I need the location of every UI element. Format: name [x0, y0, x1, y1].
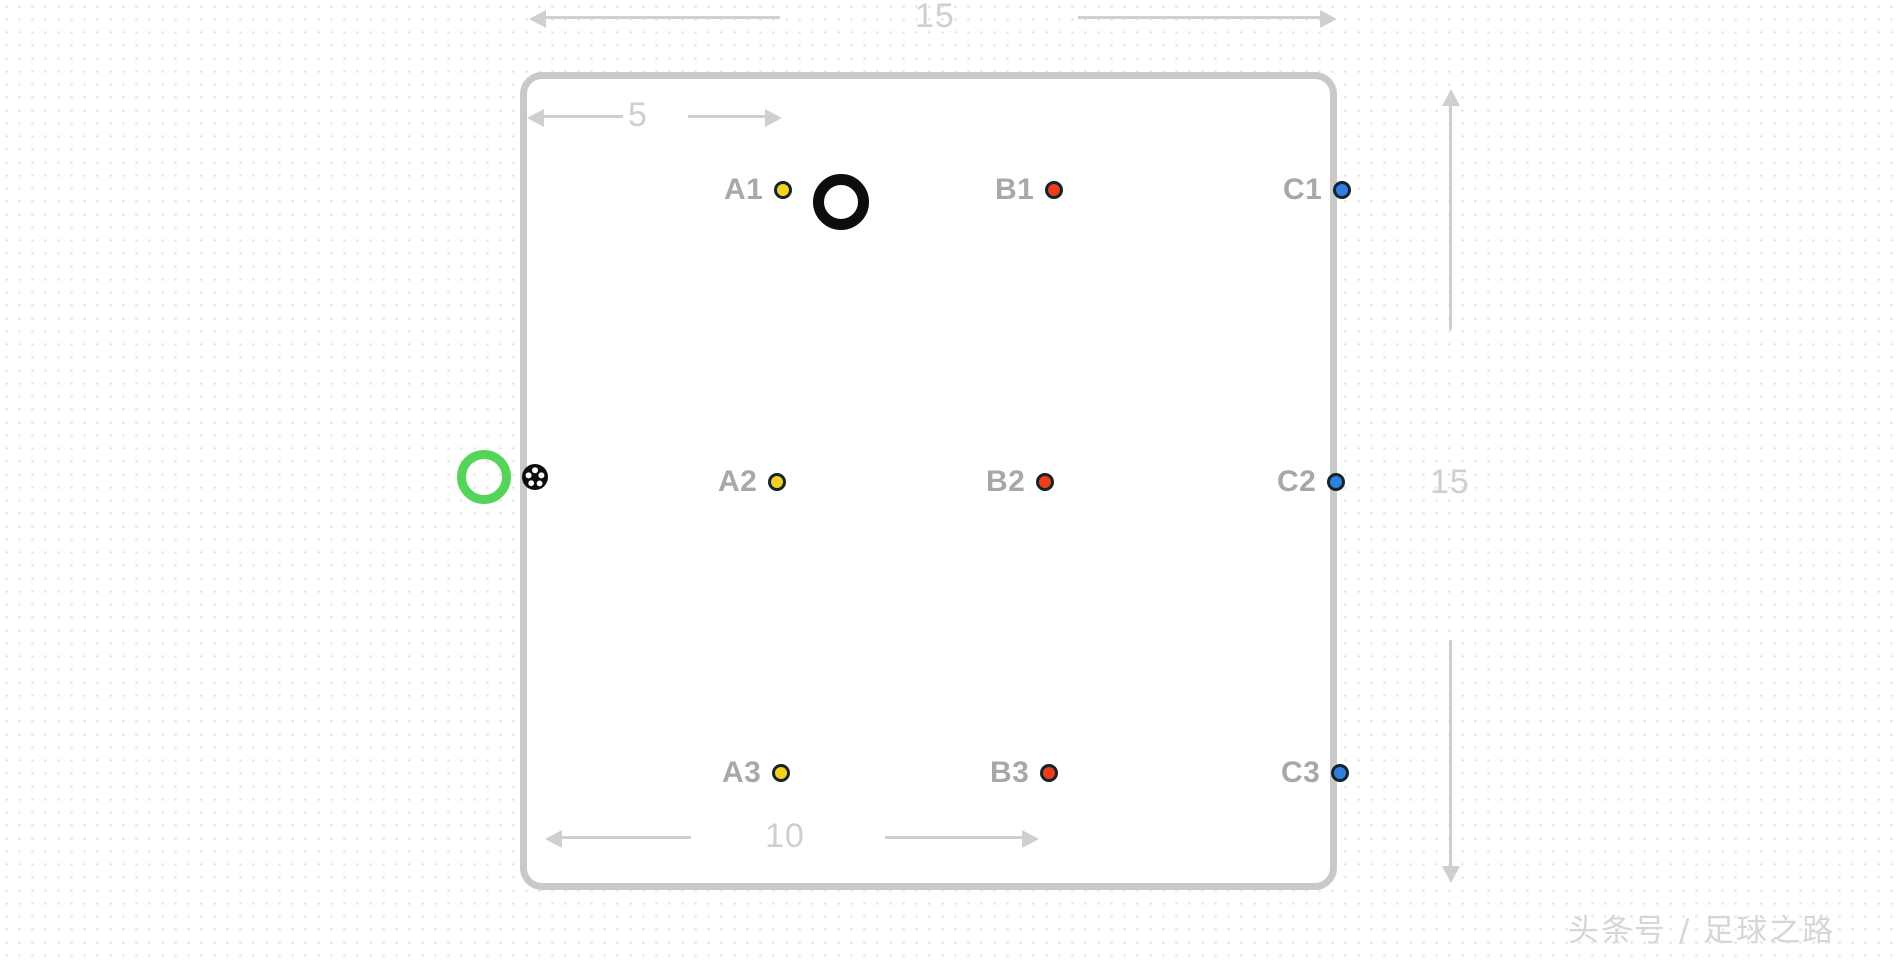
player-b2[interactable]: B2	[986, 465, 1055, 499]
dim-top-outer-arrow-left	[529, 10, 546, 28]
soccer-ball-icon	[522, 464, 548, 490]
dim-top-inner-label: 5	[628, 96, 648, 134]
dim-bottom-line-right	[885, 836, 1025, 839]
player-c3[interactable]: C3	[1281, 756, 1350, 790]
player-b1[interactable]: B1	[995, 173, 1064, 207]
dim-right-label: 15	[1430, 463, 1470, 501]
dim-top-outer-label: 15	[915, 0, 955, 35]
player-c1-dot	[1333, 181, 1352, 199]
dim-top-inner-arrow-right	[765, 109, 782, 127]
player-a2[interactable]: A2	[718, 465, 787, 499]
player-b1-dot	[1045, 181, 1064, 199]
dim-top-inner-arrow-left	[527, 109, 544, 127]
dim-bottom-arrow-left	[545, 830, 562, 848]
player-c1-label: C1	[1283, 173, 1323, 206]
player-a2-dot	[768, 473, 787, 491]
player-c1[interactable]: C1	[1283, 173, 1352, 207]
player-a2-label: A2	[718, 465, 758, 498]
player-a1[interactable]: A1	[724, 173, 793, 207]
dim-top-inner-line-left	[543, 115, 623, 118]
dim-bottom-arrow-right	[1022, 830, 1039, 848]
green-ring-icon	[457, 450, 511, 504]
dim-right-line-top	[1449, 105, 1452, 330]
dim-bottom-label: 10	[765, 817, 805, 855]
player-b2-dot	[1036, 473, 1055, 491]
player-a3-dot	[772, 764, 791, 782]
dim-right-line-bottom	[1449, 640, 1452, 868]
dim-right-arrow-up	[1442, 89, 1460, 106]
player-c2[interactable]: C2	[1277, 465, 1346, 499]
dim-top-outer-line-right	[1078, 16, 1323, 19]
black-ring-icon	[813, 174, 869, 230]
player-a3[interactable]: A3	[722, 756, 791, 790]
player-c3-dot	[1331, 764, 1350, 782]
training-field	[520, 72, 1337, 890]
player-a1-label: A1	[724, 173, 764, 206]
player-c3-label: C3	[1281, 756, 1321, 789]
dim-top-outer-line-left	[545, 16, 780, 19]
player-a1-dot	[774, 181, 793, 199]
player-b3[interactable]: B3	[990, 756, 1059, 790]
player-b3-dot	[1040, 764, 1059, 782]
player-b3-label: B3	[990, 756, 1030, 789]
player-b1-label: B1	[995, 173, 1035, 206]
player-c2-label: C2	[1277, 465, 1317, 498]
watermark: 头条号 / 足球之路	[1568, 913, 1836, 949]
dim-top-outer-arrow-right	[1320, 10, 1337, 28]
dim-right-arrow-down	[1442, 866, 1460, 883]
dim-bottom-line-left	[561, 836, 691, 839]
player-a3-label: A3	[722, 756, 762, 789]
player-b2-label: B2	[986, 465, 1026, 498]
player-c2-dot	[1327, 473, 1346, 491]
dim-top-inner-line-right	[688, 115, 768, 118]
